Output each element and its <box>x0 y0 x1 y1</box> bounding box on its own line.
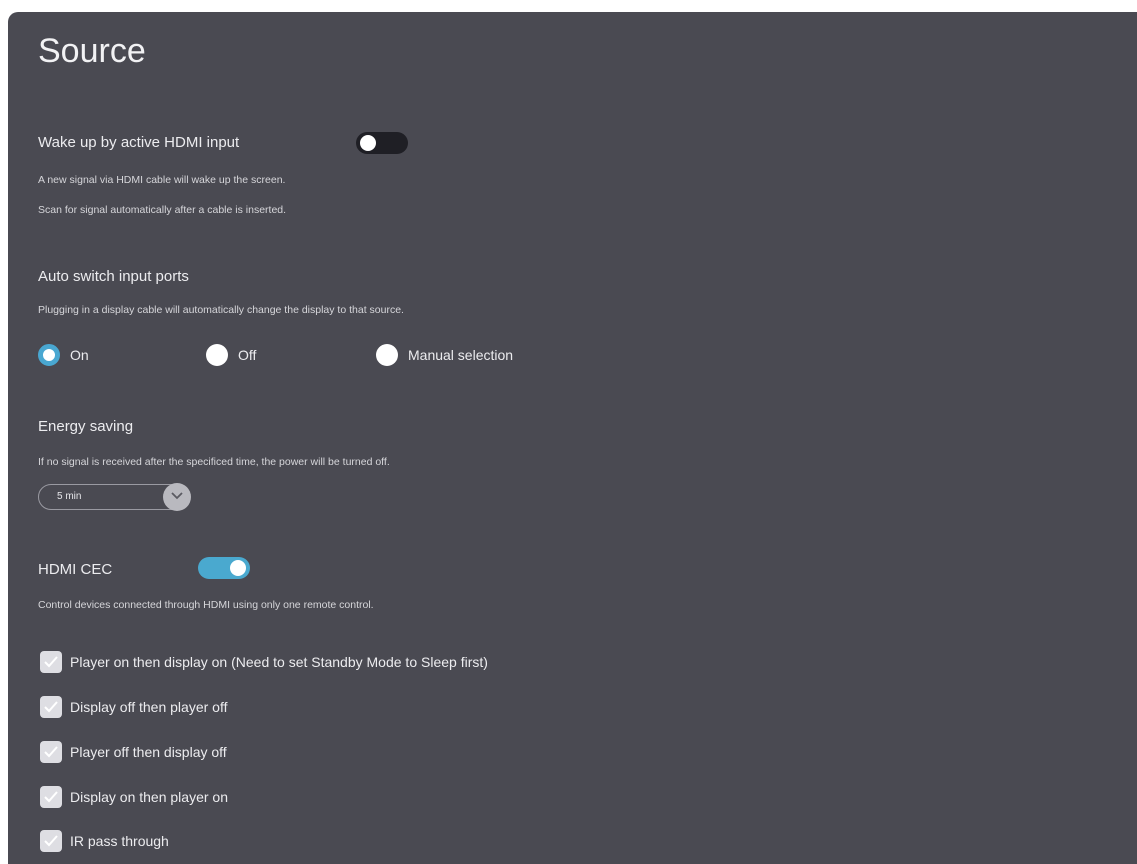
auto-switch-description: Plugging in a display cable will automat… <box>38 304 404 316</box>
check-icon <box>44 701 58 713</box>
check-icon <box>44 791 58 803</box>
wake-up-toggle[interactable] <box>356 132 408 154</box>
checkbox-label: Player off then display off <box>70 744 227 760</box>
radio-off[interactable]: Off <box>206 344 256 366</box>
checkbox-label: Player on then display on (Need to set S… <box>70 654 488 670</box>
checkbox-display-on-player-on[interactable]: Display on then player on <box>40 786 228 808</box>
check-icon <box>44 656 58 668</box>
radio-checked-indicator <box>38 344 60 366</box>
checkbox-label: IR pass through <box>70 833 169 849</box>
wake-up-description-1: A new signal via HDMI cable will wake up… <box>38 174 286 186</box>
checkbox-label: Display on then player on <box>70 789 228 805</box>
page-title: Source <box>38 32 146 70</box>
radio-manual-selection-label: Manual selection <box>408 347 514 363</box>
radio-manual-selection[interactable]: Manual selection <box>376 344 513 366</box>
toggle-knob <box>360 135 376 151</box>
checkbox-box <box>40 741 62 763</box>
checkbox-box <box>40 786 62 808</box>
chevron-down-icon <box>163 483 191 511</box>
radio-on-label: On <box>70 347 89 363</box>
hdmi-cec-label: HDMI CEC <box>38 561 113 578</box>
checkbox-box <box>40 651 62 673</box>
checkbox-player-on-display-on[interactable]: Player on then display on (Need to set S… <box>40 651 488 673</box>
select-value: 5 min <box>57 491 82 502</box>
check-icon <box>44 746 58 758</box>
checkbox-box <box>40 830 62 852</box>
energy-saving-select[interactable]: 5 min <box>38 483 191 511</box>
checkbox-display-off-player-off[interactable]: Display off then player off <box>40 696 227 718</box>
checkbox-player-off-display-off[interactable]: Player off then display off <box>40 741 227 763</box>
radio-off-label: Off <box>238 347 257 363</box>
checkbox-ir-pass-through[interactable]: IR pass through <box>40 830 169 852</box>
hdmi-cec-toggle[interactable] <box>198 557 250 579</box>
radio-on[interactable]: On <box>38 344 89 366</box>
checkbox-box <box>40 696 62 718</box>
check-icon <box>44 835 58 847</box>
radio-unchecked-indicator <box>376 344 398 366</box>
auto-switch-label: Auto switch input ports <box>38 268 189 285</box>
toggle-knob <box>230 560 246 576</box>
hdmi-cec-description: Control devices connected through HDMI u… <box>38 599 374 611</box>
wake-up-description-2: Scan for signal automatically after a ca… <box>38 204 287 216</box>
checkbox-label: Display off then player off <box>70 699 228 715</box>
energy-saving-description: If no signal is received after the speci… <box>38 456 390 468</box>
settings-panel: Source Wake up by active HDMI input A ne… <box>8 12 1137 864</box>
wake-up-label: Wake up by active HDMI input <box>38 134 240 151</box>
radio-unchecked-indicator <box>206 344 228 366</box>
energy-saving-label: Energy saving <box>38 418 134 435</box>
